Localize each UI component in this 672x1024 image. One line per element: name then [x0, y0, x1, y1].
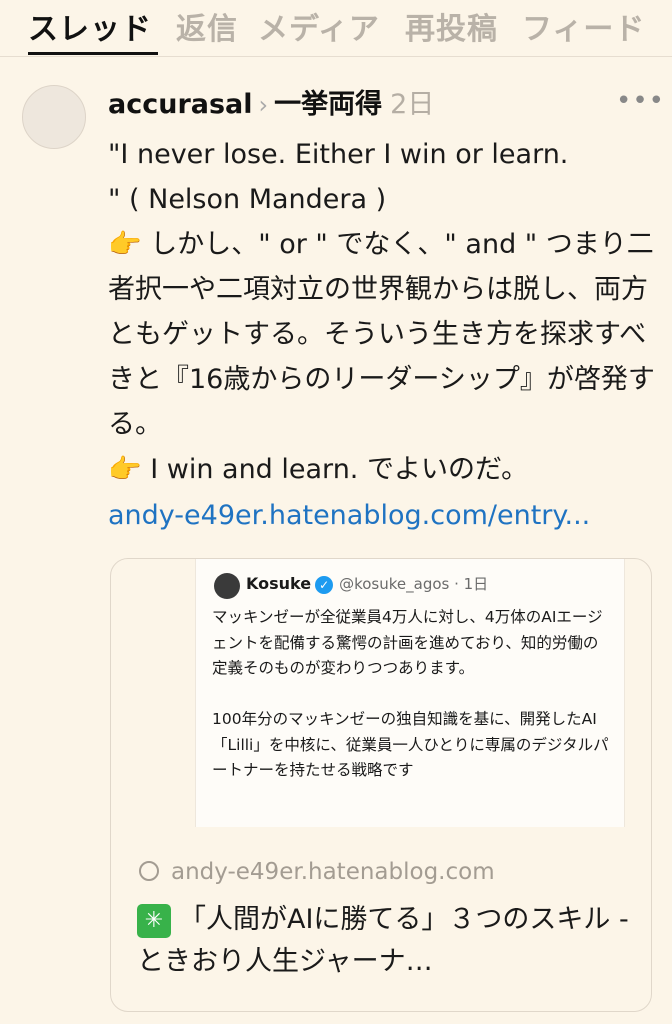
tab-media[interactable]: メディア [258, 4, 380, 48]
preview-author: Kosuke ✓ @kosuke_agos · 1日 [246, 573, 488, 594]
post-body: "I never lose. Either I win or learn. " … [108, 139, 655, 485]
sparkle-icon: ✳ [137, 903, 171, 938]
globe-icon [139, 860, 159, 881]
post-header: accurasal › 一挙両得 2日 [108, 82, 434, 122]
preview-domain-row: andy-e49er.hatenablog.com [139, 859, 495, 885]
preview-domain: andy-e49er.hatenablog.com [171, 859, 495, 885]
preview-text: マッキンゼーが全従業員4万人に対し、4万体のAIエージェントを配備する驚愕の計画… [212, 608, 609, 779]
post-timestamp: 2日 [390, 89, 435, 120]
link-preview-card[interactable]: Kosuke ✓ @kosuke_agos · 1日 マッキンゼーが全従業員4万人に… [110, 558, 652, 1012]
profile-tabs: スレッド 返信 メディア 再投稿 フィード [0, 0, 672, 57]
verified-badge-icon: ✓ [315, 575, 334, 594]
preview-title: 「人間がAIに勝てる」３つのスキル - ときおり人生ジャーナ… [137, 904, 629, 977]
preview-avatar [214, 573, 240, 599]
preview-author-name: Kosuke [246, 574, 312, 593]
avatar[interactable] [22, 85, 86, 149]
username[interactable]: accurasal [108, 89, 253, 120]
preview-image: Kosuke ✓ @kosuke_agos · 1日 マッキンゼーが全従業員4万人に… [195, 559, 625, 827]
topic-tag[interactable]: 一挙両得 [274, 89, 382, 120]
tab-threads[interactable]: スレッド [28, 4, 152, 48]
tab-reposts[interactable]: 再投稿 [405, 4, 498, 48]
preview-title-row: ✳ 「人間がAIに勝てる」３つのスキル - ときおり人生ジャーナ… [137, 899, 637, 983]
more-options-icon[interactable]: ••• [616, 86, 665, 116]
chevron-right-icon: › [258, 91, 269, 119]
active-tab-indicator [28, 52, 158, 55]
tab-feed[interactable]: フィード [522, 4, 645, 48]
post-link[interactable]: andy-e49er.hatenablog.com/entry... [108, 500, 590, 531]
tab-replies[interactable]: 返信 [176, 4, 238, 48]
preview-handle: @kosuke_agos · 1日 [339, 575, 489, 593]
